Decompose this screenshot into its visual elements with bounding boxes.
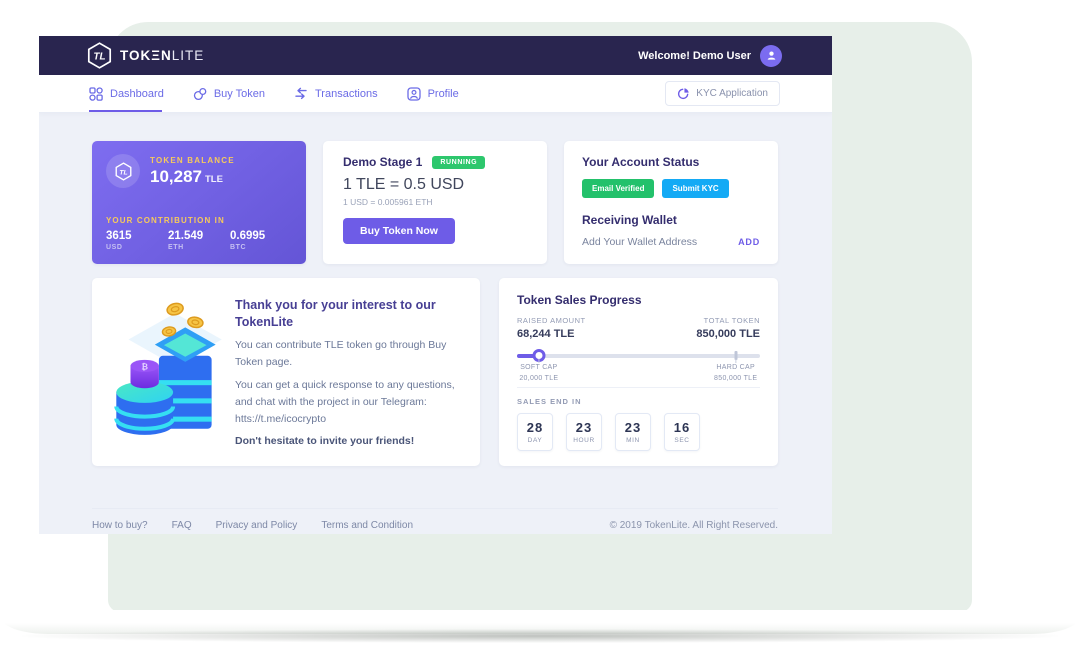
main-nav: Dashboard Buy Token Transactions [39, 75, 832, 112]
copyright: © 2019 TokenLite. All Right Reserved. [610, 520, 778, 531]
status-badge: RUNNING [432, 156, 485, 169]
app-header: TL TOKΞNLITE Welcome! Demo User [39, 36, 832, 75]
submit-kyc-badge[interactable]: Submit KYC [662, 179, 728, 198]
token-balance-card: TL TOKEN BALANCE 10,287TLE YOUR CONTRIBU… [92, 141, 306, 264]
coins-icon [193, 87, 207, 101]
user-menu[interactable]: Welcome! Demo User [638, 45, 782, 67]
countdown-sec: 16 SEC [664, 413, 700, 451]
svg-text:TL: TL [119, 169, 127, 176]
footer-link-terms[interactable]: Terms and Condition [321, 520, 413, 531]
contribution-usd: 3615 USD [106, 230, 168, 251]
welcome-title: Thank you for your interest to our Token… [235, 297, 464, 330]
nav-label: Transactions [315, 88, 378, 100]
user-avatar-icon [765, 49, 778, 62]
balance-value: 10,287TLE [150, 167, 235, 187]
contribution-section: YOUR CONTRIBUTION IN 3615 USD 21.549 ETH [106, 216, 292, 251]
welcome-paragraph-2: You can get a quick response to any ques… [235, 377, 464, 427]
wallet-address-hint: Add Your Wallet Address [582, 236, 697, 248]
brand-wordmark: TOKΞNLITE [120, 48, 204, 63]
sales-end-label: SALES END IN [517, 397, 760, 406]
receiving-wallet-title: Receiving Wallet [582, 213, 760, 227]
nav-item-transactions[interactable]: Transactions [294, 75, 378, 112]
welcome-paragraph-3: Don't hesitate to invite your friends! [235, 435, 464, 447]
sale-stage-card: Demo Stage 1 RUNNING 1 TLE = 0.5 USD 1 U… [323, 141, 547, 264]
app-footer: How to buy? FAQ Privacy and Policy Terms… [92, 508, 778, 531]
dashboard-content: TL TOKEN BALANCE 10,287TLE YOUR CONTRIBU… [39, 112, 832, 534]
welcome-text: Welcome! Demo User [638, 50, 751, 62]
contribution-row: 3615 USD 21.549 ETH 0.6995 BTC [106, 230, 292, 251]
pie-chart-icon [677, 87, 690, 100]
brand[interactable]: TL TOKΞNLITE [87, 42, 204, 69]
app-screen: TL TOKΞNLITE Welcome! Demo User [39, 36, 832, 534]
welcome-message-text: Thank you for your interest to our Token… [235, 297, 464, 446]
nav-item-dashboard[interactable]: Dashboard [89, 75, 164, 112]
balance-label: TOKEN BALANCE [150, 156, 235, 165]
nav-label: Buy Token [214, 88, 265, 100]
nav-label: Dashboard [110, 88, 164, 100]
balance-head: TL TOKEN BALANCE 10,287TLE [106, 154, 292, 188]
avatar[interactable] [760, 45, 782, 67]
contribution-label: YOUR CONTRIBUTION IN [106, 216, 292, 225]
email-verified-badge[interactable]: Email Verified [582, 179, 654, 198]
footer-link-how-to-buy[interactable]: How to buy? [92, 520, 148, 531]
nav-label: Profile [428, 88, 459, 100]
hard-cap-marker: HARD CAP 850,000 TLE [714, 363, 757, 385]
buy-token-now-button[interactable]: Buy Token Now [343, 218, 455, 244]
balance-unit: TLE [205, 174, 223, 185]
kyc-button-label: KYC Application [696, 88, 768, 99]
wordmark-bold: TOKΞN [120, 48, 172, 63]
countdown-min: 23 MIN [615, 413, 651, 451]
progress-title: Token Sales Progress [517, 293, 760, 307]
countdown-hour: 23 HOUR [566, 413, 602, 451]
slider-track [517, 354, 760, 358]
countdown: 28 DAY 23 HOUR 23 MIN 16 [517, 413, 760, 451]
token-sales-progress-card: Token Sales Progress RAISED AMOUNT 68,24… [499, 278, 778, 466]
swap-arrows-icon [294, 87, 308, 100]
user-card-icon [407, 87, 421, 101]
stage-title: Demo Stage 1 [343, 155, 422, 169]
account-status-card: Your Account Status Email Verified Submi… [564, 141, 778, 264]
dashboard-grid-icon [89, 87, 103, 101]
soft-cap-marker: SOFT CAP 20,000 TLE [519, 363, 558, 385]
welcome-paragraph-1: You can contribute TLE token go through … [235, 337, 464, 371]
tokenlite-logo-icon: TL [87, 42, 112, 69]
laptop-base [0, 610, 1080, 634]
logo-monogram: TL [93, 52, 105, 63]
laptop-mockup: TL TOKΞNLITE Welcome! Demo User [0, 0, 1080, 650]
btc-symbol: ₿ [141, 362, 148, 371]
nav-item-profile[interactable]: Profile [407, 75, 459, 112]
total-token: TOTAL TOKEN 850,000 TLE [696, 316, 760, 340]
balance-token-icon: TL [106, 154, 140, 188]
kyc-application-button[interactable]: KYC Application [665, 81, 780, 106]
coins-illustration: ₿ [108, 299, 226, 445]
footer-link-faq[interactable]: FAQ [172, 520, 192, 531]
add-wallet-link[interactable]: ADD [738, 237, 760, 247]
countdown-day: 28 DAY [517, 413, 553, 451]
welcome-message-card: ₿ [92, 278, 480, 466]
wordmark-light: LITE [172, 48, 205, 63]
contribution-eth: 21.549 ETH [168, 230, 230, 251]
contribution-btc: 0.6995 BTC [230, 230, 292, 251]
balance-meta: TOKEN BALANCE 10,287TLE [150, 156, 235, 187]
token-rate: 1 TLE = 0.5 USD [343, 176, 527, 194]
sales-progress-slider [517, 349, 760, 359]
footer-link-privacy[interactable]: Privacy and Policy [216, 520, 298, 531]
nav-item-buy-token[interactable]: Buy Token [193, 75, 265, 112]
account-status-title: Your Account Status [582, 155, 760, 169]
raised-amount: RAISED AMOUNT 68,244 TLE [517, 316, 586, 340]
token-sub-rate: 1 USD = 0.005961 ETH [343, 197, 527, 207]
divider [517, 387, 760, 388]
